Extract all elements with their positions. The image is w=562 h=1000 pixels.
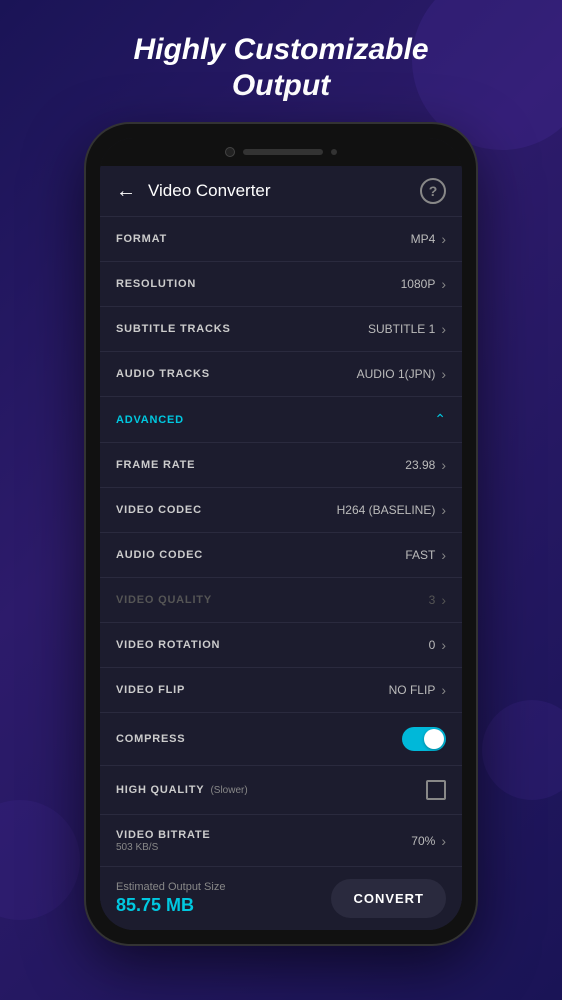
audio-tracks-value: AUDIO 1(JPN) bbox=[357, 367, 436, 381]
compress-label: COMPRESS bbox=[116, 733, 402, 745]
bg-decoration-3 bbox=[482, 700, 562, 800]
high-quality-label: HIGH QUALITY bbox=[116, 784, 204, 796]
video-codec-chevron: › bbox=[441, 502, 446, 518]
subtitle-tracks-chevron: › bbox=[441, 321, 446, 337]
screen-title: Video Converter bbox=[148, 181, 420, 201]
bottom-bar: Estimated Output Size 85.75 MB CONVERT bbox=[100, 866, 462, 930]
video-bitrate-chevron: › bbox=[441, 833, 446, 849]
video-codec-label: VIDEO CODEC bbox=[116, 504, 337, 516]
app-content: ← Video Converter ? FORMAT MP4 › RESOLUT… bbox=[100, 166, 462, 930]
resolution-label: RESOLUTION bbox=[116, 278, 401, 290]
notch-dot bbox=[331, 149, 337, 155]
video-flip-row[interactable]: VIDEO FLIP NO FLIP › bbox=[100, 668, 462, 713]
phone-mockup: ← Video Converter ? FORMAT MP4 › RESOLUT… bbox=[86, 124, 476, 944]
phone-notch bbox=[100, 138, 462, 166]
notch-bar bbox=[243, 149, 323, 155]
phone-screen: ← Video Converter ? FORMAT MP4 › RESOLUT… bbox=[100, 138, 462, 930]
help-button[interactable]: ? bbox=[420, 178, 446, 204]
resolution-row[interactable]: RESOLUTION 1080P › bbox=[100, 262, 462, 307]
subtitle-tracks-row[interactable]: SUBTITLE TRACKS SUBTITLE 1 › bbox=[100, 307, 462, 352]
format-row[interactable]: FORMAT MP4 › bbox=[100, 217, 462, 262]
resolution-chevron: › bbox=[441, 276, 446, 292]
video-bitrate-name: VIDEO BITRATE bbox=[116, 829, 411, 841]
audio-codec-value: FAST bbox=[405, 548, 435, 562]
compress-row[interactable]: COMPRESS bbox=[100, 713, 462, 766]
video-quality-value: 3 bbox=[429, 593, 436, 607]
audio-tracks-row[interactable]: AUDIO TRACKS AUDIO 1(JPN) › bbox=[100, 352, 462, 397]
video-bitrate-row[interactable]: VIDEO BITRATE 503 KB/S 70% › bbox=[100, 815, 462, 866]
settings-list: FORMAT MP4 › RESOLUTION 1080P › SUBTITLE… bbox=[100, 217, 462, 866]
high-quality-checkbox[interactable] bbox=[426, 780, 446, 800]
bg-decoration-2 bbox=[0, 800, 80, 920]
audio-codec-row[interactable]: AUDIO CODEC FAST › bbox=[100, 533, 462, 578]
frame-rate-value: 23.98 bbox=[405, 458, 435, 472]
toggle-thumb bbox=[424, 729, 444, 749]
video-rotation-chevron: › bbox=[441, 637, 446, 653]
advanced-label: ADVANCED bbox=[116, 414, 434, 426]
frame-rate-label: FRAME RATE bbox=[116, 459, 405, 471]
frame-rate-row[interactable]: FRAME RATE 23.98 › bbox=[100, 443, 462, 488]
audio-codec-chevron: › bbox=[441, 547, 446, 563]
video-quality-chevron: › bbox=[441, 592, 446, 608]
format-chevron: › bbox=[441, 231, 446, 247]
subtitle-tracks-value: SUBTITLE 1 bbox=[368, 322, 435, 336]
audio-tracks-label: AUDIO TRACKS bbox=[116, 368, 357, 380]
video-rotation-label: VIDEO ROTATION bbox=[116, 639, 429, 651]
format-value: MP4 bbox=[411, 232, 436, 246]
subtitle-tracks-label: SUBTITLE TRACKS bbox=[116, 323, 368, 335]
high-quality-row[interactable]: HIGH QUALITY (Slower) bbox=[100, 766, 462, 815]
high-quality-sublabel: (Slower) bbox=[210, 785, 247, 796]
heading-line2: Output bbox=[232, 69, 330, 102]
format-label: FORMAT bbox=[116, 233, 411, 245]
video-flip-chevron: › bbox=[441, 682, 446, 698]
back-button[interactable]: ← bbox=[116, 180, 136, 203]
advanced-chevron-icon: ⌃ bbox=[434, 411, 446, 428]
video-rotation-row[interactable]: VIDEO ROTATION 0 › bbox=[100, 623, 462, 668]
estimated-label: Estimated Output Size bbox=[116, 881, 331, 893]
audio-codec-label: AUDIO CODEC bbox=[116, 549, 405, 561]
compress-toggle[interactable] bbox=[402, 727, 446, 751]
video-bitrate-label-container: VIDEO BITRATE 503 KB/S bbox=[116, 829, 411, 853]
video-flip-value: NO FLIP bbox=[389, 683, 436, 697]
camera-icon bbox=[225, 147, 235, 157]
output-info: Estimated Output Size 85.75 MB bbox=[116, 881, 331, 916]
high-quality-label-container: HIGH QUALITY (Slower) bbox=[116, 784, 426, 796]
heading-line1: Highly Customizable bbox=[133, 33, 428, 66]
video-codec-row[interactable]: VIDEO CODEC H264 (BASELINE) › bbox=[100, 488, 462, 533]
video-bitrate-percent: 70% bbox=[411, 834, 435, 848]
output-size-value: 85.75 MB bbox=[116, 895, 331, 916]
video-rotation-value: 0 bbox=[429, 638, 436, 652]
page-heading: Highly Customizable Output bbox=[133, 32, 428, 104]
advanced-header[interactable]: ADVANCED ⌃ bbox=[100, 397, 462, 443]
resolution-value: 1080P bbox=[401, 277, 436, 291]
video-quality-row[interactable]: VIDEO QUALITY 3 › bbox=[100, 578, 462, 623]
video-codec-value: H264 (BASELINE) bbox=[337, 503, 436, 517]
video-quality-label: VIDEO QUALITY bbox=[116, 594, 429, 606]
top-bar: ← Video Converter ? bbox=[100, 166, 462, 217]
audio-tracks-chevron: › bbox=[441, 366, 446, 382]
convert-button[interactable]: CONVERT bbox=[331, 879, 446, 918]
frame-rate-chevron: › bbox=[441, 457, 446, 473]
video-flip-label: VIDEO FLIP bbox=[116, 684, 389, 696]
video-bitrate-size: 503 KB/S bbox=[116, 842, 411, 853]
